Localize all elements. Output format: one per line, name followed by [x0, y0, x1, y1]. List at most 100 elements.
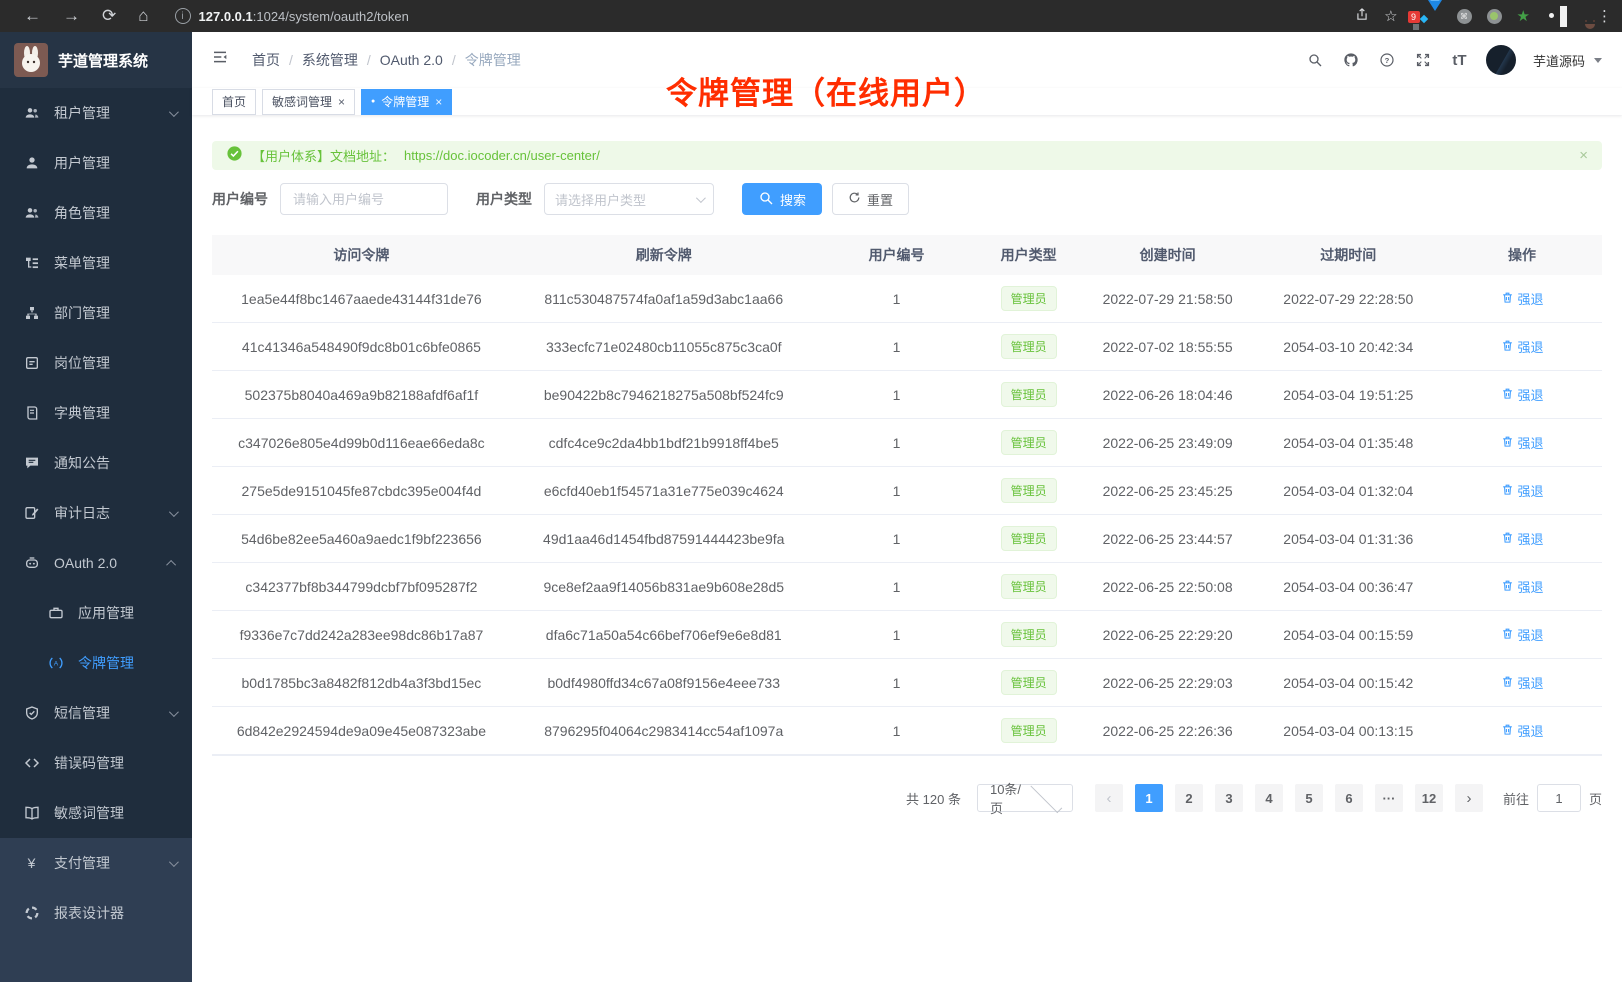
next-page-button[interactable]: › — [1455, 784, 1483, 812]
search-icon[interactable] — [1306, 51, 1325, 70]
browser-menu-icon[interactable]: ⋮ — [1597, 7, 1612, 25]
browser-home-icon[interactable]: ⌂ — [138, 6, 148, 26]
user-menu-caret-icon[interactable] — [1594, 58, 1602, 63]
sidebar-collapse-icon[interactable] — [212, 49, 234, 71]
breadcrumb-home[interactable]: 首页 — [252, 50, 280, 70]
user-type-select[interactable]: 请选择用户类型 — [544, 183, 714, 215]
alert-close-icon[interactable]: × — [1579, 147, 1588, 164]
sidebar-menu-item[interactable]: ¥ 支付管理 — [0, 838, 192, 888]
sidebar-menu-item[interactable]: OAuth 2.0 — [0, 538, 192, 588]
prev-page-button[interactable]: ‹ — [1095, 784, 1123, 812]
svg-text:?: ? — [1385, 56, 1390, 65]
sidebar-menu-item[interactable]: 用户管理 — [0, 138, 192, 188]
force-logout-button[interactable]: 强退 — [1501, 289, 1544, 308]
reset-button[interactable]: 重置 — [832, 183, 909, 215]
sidebar-menu-item[interactable]: 菜单管理 — [0, 238, 192, 288]
cell-refresh-token: dfa6c71a50a54c66bef706ef9e6e8d81 — [511, 627, 817, 643]
sidebar-menu-item[interactable]: 错误码管理 — [0, 738, 192, 788]
cell-access-token: 41c41346a548490f9dc8b01c6bfe0865 — [212, 339, 511, 355]
page-number-button[interactable]: 1 — [1135, 784, 1163, 812]
sidebar-menu-item[interactable]: 角色管理 — [0, 188, 192, 238]
force-logout-button[interactable]: 强退 — [1501, 673, 1544, 692]
force-logout-button[interactable]: 强退 — [1501, 481, 1544, 500]
doc-link[interactable]: https://doc.iocoder.cn/user-center/ — [404, 148, 600, 163]
force-logout-button[interactable]: 强退 — [1501, 721, 1544, 740]
force-logout-button[interactable]: 强退 — [1501, 385, 1544, 404]
cell-refresh-token: 8796295f04064c2983414cc54af1097a — [511, 723, 817, 739]
red-annotation-text: 令牌管理（在线用户） — [666, 68, 986, 113]
page-size-select[interactable]: 10条/页 — [977, 784, 1073, 812]
help-icon[interactable]: ? — [1378, 51, 1397, 70]
sidebar-menu-item[interactable]: 报表设计器 — [0, 888, 192, 938]
sidebar-menu-item[interactable]: 短信管理 — [0, 688, 192, 738]
user-type-badge: 管理员 — [1001, 382, 1057, 407]
sidebar-menu-item[interactable]: 字典管理 — [0, 388, 192, 438]
page-number-button[interactable]: 12 — [1415, 784, 1443, 812]
address-bar[interactable]: i 127.0.0.1:1024/system/oauth2/token — [175, 8, 1356, 24]
bookmark-star-icon[interactable]: ☆ — [1384, 7, 1397, 25]
site-info-icon[interactable]: i — [175, 8, 191, 24]
sidebar-menu-item[interactable]: A 令牌管理 — [0, 638, 192, 688]
force-logout-button[interactable]: 强退 — [1501, 433, 1544, 452]
page-tab[interactable]: 首页 — [212, 89, 256, 115]
table-row: 1ea5e44f8bc1467aaede43144f31de76 811c530… — [212, 275, 1602, 323]
browser-back-icon[interactable]: ← — [24, 6, 41, 26]
menu-item-label: 短信管理 — [54, 703, 169, 723]
total-count: 共 120 条 — [906, 789, 961, 808]
page-tab[interactable]: 敏感词管理 × — [262, 89, 355, 115]
sidebar: 芋道管理系统 租户管理 用户管理 角色管理 — [0, 32, 192, 982]
page-number-button[interactable]: 2 — [1175, 784, 1203, 812]
share-icon[interactable] — [1355, 7, 1369, 26]
page-number-button[interactable]: 3 — [1215, 784, 1243, 812]
sidebar-menu-item[interactable]: 审计日志 — [0, 488, 192, 538]
cell-user-id: 1 — [817, 291, 977, 307]
font-size-icon[interactable]: tT — [1450, 51, 1469, 70]
user-id-input[interactable] — [280, 183, 448, 215]
extension-star-icon[interactable]: ★ — [1517, 7, 1530, 25]
extension-command-icon[interactable]: ⌘ — [1457, 9, 1472, 24]
sidebar-menu-item[interactable]: 敏感词管理 — [0, 788, 192, 838]
cell-access-token: 6d842e2924594de9a09e45e087323abe — [212, 723, 511, 739]
select-chevron-icon — [696, 193, 706, 203]
sidebar-menu-item[interactable]: 部门管理 — [0, 288, 192, 338]
user-name[interactable]: 芋道源码 — [1533, 51, 1585, 70]
user-avatar[interactable] — [1486, 45, 1516, 75]
browser-forward-icon[interactable]: → — [63, 6, 80, 26]
tab-close-icon[interactable]: × — [435, 95, 442, 109]
sidebar-menu-item[interactable]: 通知公告 — [0, 438, 192, 488]
extension-gem-icon[interactable] — [1428, 11, 1442, 28]
side-panel-icon[interactable] — [1560, 8, 1567, 25]
alert-text: 【用户体系】文档地址： — [252, 146, 395, 165]
breadcrumb-system[interactable]: 系统管理 — [302, 50, 358, 70]
user-type-badge: 管理员 — [1001, 718, 1057, 743]
breadcrumb-oauth[interactable]: OAuth 2.0 — [380, 52, 443, 68]
sidebar-menu-item[interactable]: 租户管理 — [0, 88, 192, 138]
force-logout-button[interactable]: 强退 — [1501, 529, 1544, 548]
force-logout-button[interactable]: 强退 — [1501, 337, 1544, 356]
table-row: 502375b8040a469a9b82188afdf6af1f be90422… — [212, 371, 1602, 419]
search-button[interactable]: 搜索 — [742, 183, 822, 215]
page-number-button[interactable]: 6 — [1335, 784, 1363, 812]
tab-close-icon[interactable]: × — [338, 95, 345, 109]
extension-recorder-icon[interactable] — [1487, 9, 1502, 24]
page-tab[interactable]: ● 令牌管理 × — [361, 89, 452, 115]
page-number-button[interactable]: 5 — [1295, 784, 1323, 812]
force-logout-button[interactable]: 强退 — [1501, 625, 1544, 644]
table-row: 6d842e2924594de9a09e45e087323abe 8796295… — [212, 707, 1602, 755]
url-path: :1024/system/oauth2/token — [253, 9, 409, 24]
goto-page-input[interactable] — [1537, 784, 1581, 812]
fullscreen-icon[interactable] — [1414, 51, 1433, 70]
page-number-button[interactable]: ··· — [1375, 784, 1403, 812]
page-number-button[interactable]: 4 — [1255, 784, 1283, 812]
trash-icon — [1501, 531, 1514, 547]
sidebar-menu-item[interactable]: 岗位管理 — [0, 338, 192, 388]
browser-reload-icon[interactable]: ⟳ — [102, 6, 116, 26]
menu-item-label: 令牌管理 — [78, 653, 169, 673]
user-type-badge: 管理员 — [1001, 430, 1057, 455]
goto-label: 前往 — [1503, 789, 1529, 808]
force-logout-button[interactable]: 强退 — [1501, 577, 1544, 596]
user-type-placeholder: 请选择用户类型 — [555, 190, 696, 209]
github-icon[interactable] — [1342, 51, 1361, 70]
user-type-badge: 管理员 — [1001, 334, 1057, 359]
sidebar-menu-item[interactable]: 应用管理 — [0, 588, 192, 638]
